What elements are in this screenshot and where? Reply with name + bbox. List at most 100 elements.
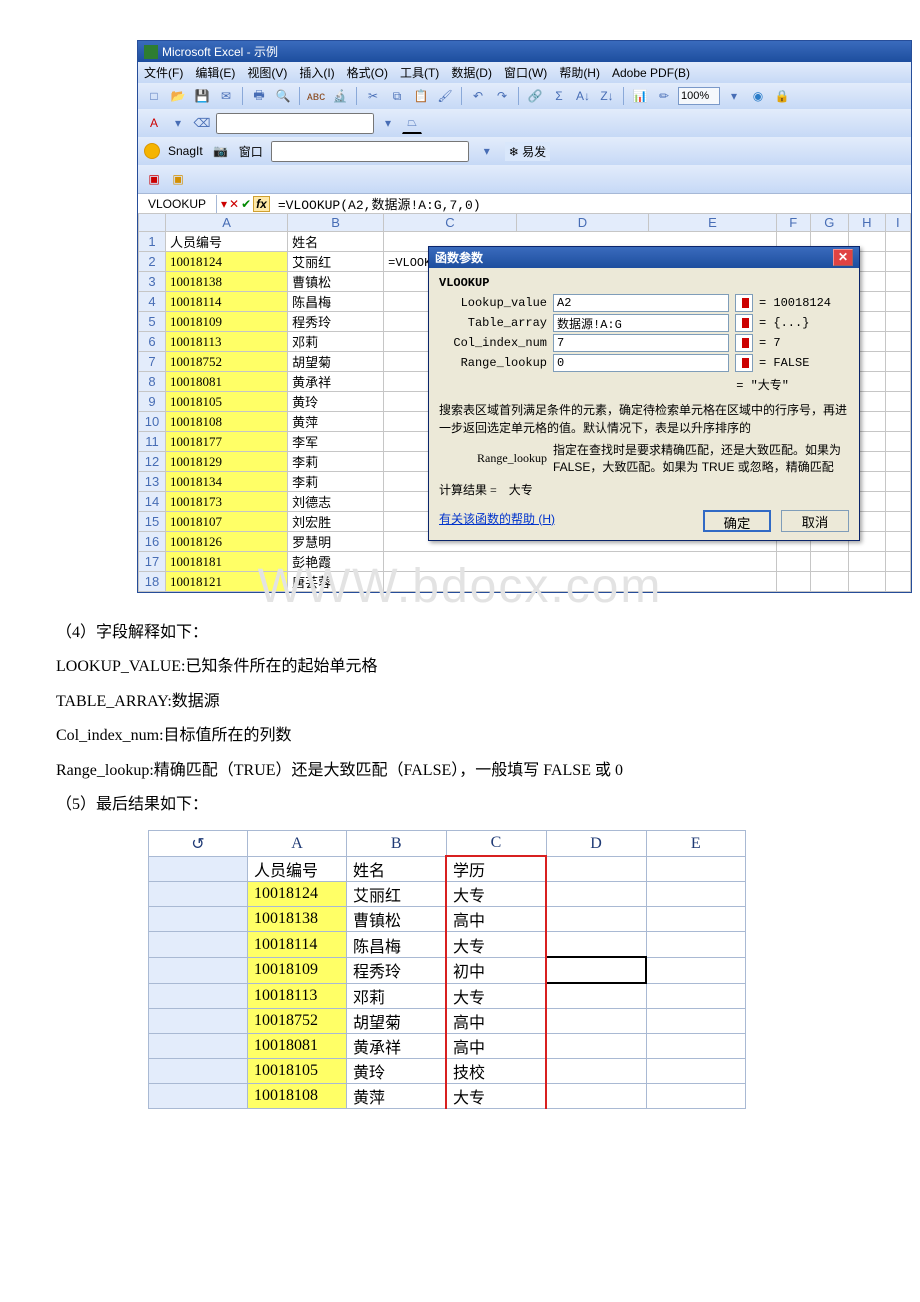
pdf2-icon[interactable]: ▣ xyxy=(168,169,188,189)
cell[interactable]: 10018121 xyxy=(166,572,288,592)
cell[interactable] xyxy=(885,472,910,492)
cell[interactable]: 10018129 xyxy=(166,452,288,472)
cell[interactable] xyxy=(546,1084,646,1109)
cell[interactable] xyxy=(546,1059,646,1084)
arg-input[interactable] xyxy=(553,354,729,372)
snagit-dropdown-icon[interactable]: ▾ xyxy=(477,141,497,161)
border-icon[interactable]: ⏢ xyxy=(402,113,422,134)
range-ref-icon[interactable] xyxy=(735,294,753,312)
cell[interactable]: 10018114 xyxy=(248,932,347,958)
cell[interactable]: 姓名 xyxy=(347,856,447,882)
cell[interactable] xyxy=(546,1034,646,1059)
cell[interactable] xyxy=(885,312,910,332)
cell[interactable]: 10018134 xyxy=(166,472,288,492)
col-header[interactable]: H xyxy=(848,214,885,232)
cell[interactable] xyxy=(546,957,646,983)
arg-input[interactable] xyxy=(553,294,729,312)
help-icon[interactable]: ◉ xyxy=(748,86,768,106)
col-header[interactable]: C xyxy=(446,831,546,857)
range-ref-icon[interactable] xyxy=(735,334,753,352)
snagit-icon[interactable] xyxy=(144,143,160,159)
cell[interactable]: 刘宏胜 xyxy=(288,512,384,532)
row-header[interactable] xyxy=(149,1084,248,1109)
cell[interactable]: 大专 xyxy=(446,882,546,907)
chart-icon[interactable]: 📊 xyxy=(630,86,650,106)
col-header[interactable]: G xyxy=(810,214,848,232)
menu-item[interactable]: 视图(V) xyxy=(247,64,287,81)
col-header[interactable]: A xyxy=(248,831,347,857)
row-header[interactable]: 2 xyxy=(139,252,166,272)
col-header[interactable]: B xyxy=(347,831,447,857)
row-header[interactable]: 5 xyxy=(139,312,166,332)
row-header[interactable]: 11 xyxy=(139,432,166,452)
cell[interactable]: 唐芸蓉 xyxy=(288,572,384,592)
menu-item[interactable]: 数据(D) xyxy=(451,64,492,81)
font-input[interactable] xyxy=(216,113,374,134)
cell[interactable] xyxy=(546,907,646,932)
menu-item[interactable]: 格式(O) xyxy=(347,64,388,81)
format-painter-icon[interactable]: 🖌 xyxy=(435,86,455,106)
cell[interactable] xyxy=(546,1009,646,1034)
cell[interactable]: 10018124 xyxy=(248,882,347,907)
cell[interactable]: 高中 xyxy=(446,1009,546,1034)
cell[interactable]: 大专 xyxy=(446,983,546,1009)
cell[interactable]: 黄玲 xyxy=(288,392,384,412)
cell[interactable] xyxy=(646,983,746,1009)
dialog-titlebar[interactable]: 函数参数 ✕ xyxy=(429,247,859,268)
row-header[interactable]: 1 xyxy=(139,232,166,252)
cut-icon[interactable]: ✂ xyxy=(363,86,383,106)
cell[interactable]: 艾丽红 xyxy=(347,882,447,907)
cell[interactable] xyxy=(885,492,910,512)
col-header[interactable]: A xyxy=(166,214,288,232)
row-header[interactable] xyxy=(149,882,248,907)
row-header[interactable] xyxy=(149,907,248,932)
cell[interactable] xyxy=(384,572,777,592)
cell[interactable] xyxy=(646,1084,746,1109)
cell[interactable]: 李军 xyxy=(288,432,384,452)
snagit-input[interactable] xyxy=(271,141,469,162)
row-header[interactable]: 12 xyxy=(139,452,166,472)
cell[interactable] xyxy=(646,932,746,958)
cancel-button[interactable]: 取消 xyxy=(781,510,849,532)
permissions-icon[interactable]: 🔒 xyxy=(772,86,792,106)
col-header[interactable] xyxy=(139,214,166,232)
save-icon[interactable]: 💾 xyxy=(192,86,212,106)
cell[interactable] xyxy=(776,552,810,572)
row-header[interactable]: 3 xyxy=(139,272,166,292)
cell[interactable]: 罗慧明 xyxy=(288,532,384,552)
arg-input[interactable] xyxy=(553,334,729,352)
col-header[interactable]: D xyxy=(516,214,649,232)
cell[interactable] xyxy=(546,983,646,1009)
cell[interactable]: 大专 xyxy=(446,932,546,958)
cell[interactable]: 10018113 xyxy=(166,332,288,352)
ok-button[interactable]: 确定 xyxy=(703,510,771,532)
cell[interactable] xyxy=(646,1059,746,1084)
cell[interactable]: 彭艳霞 xyxy=(288,552,384,572)
help-link[interactable]: 有关该函数的帮助 (H) xyxy=(439,510,555,527)
cell[interactable] xyxy=(810,552,848,572)
fx-icon[interactable]: fx xyxy=(253,196,270,212)
cell[interactable]: 10018126 xyxy=(166,532,288,552)
paste-icon[interactable]: 📋 xyxy=(411,86,431,106)
row-header[interactable]: 4 xyxy=(139,292,166,312)
col-header[interactable]: E xyxy=(646,831,746,857)
cell[interactable]: 邓莉 xyxy=(288,332,384,352)
col-header[interactable]: C xyxy=(384,214,517,232)
menu-item[interactable]: 工具(T) xyxy=(400,64,439,81)
row-header[interactable] xyxy=(149,932,248,958)
cell[interactable]: 10018108 xyxy=(248,1084,347,1109)
row-header[interactable] xyxy=(149,1034,248,1059)
cell[interactable]: 10018114 xyxy=(166,292,288,312)
menu-item[interactable]: 帮助(H) xyxy=(559,64,600,81)
row-header[interactable]: 6 xyxy=(139,332,166,352)
sort-desc-icon[interactable]: Z↓ xyxy=(597,86,617,106)
menu-item[interactable]: Adobe PDF(B) xyxy=(612,66,690,80)
cell[interactable] xyxy=(546,932,646,958)
row-header[interactable] xyxy=(149,1009,248,1034)
cell[interactable]: 10018109 xyxy=(248,957,347,983)
cell[interactable]: 10018109 xyxy=(166,312,288,332)
menu-item[interactable]: 插入(I) xyxy=(299,64,334,81)
row-header[interactable]: 15 xyxy=(139,512,166,532)
cell[interactable]: 10018181 xyxy=(166,552,288,572)
cell[interactable] xyxy=(384,552,777,572)
